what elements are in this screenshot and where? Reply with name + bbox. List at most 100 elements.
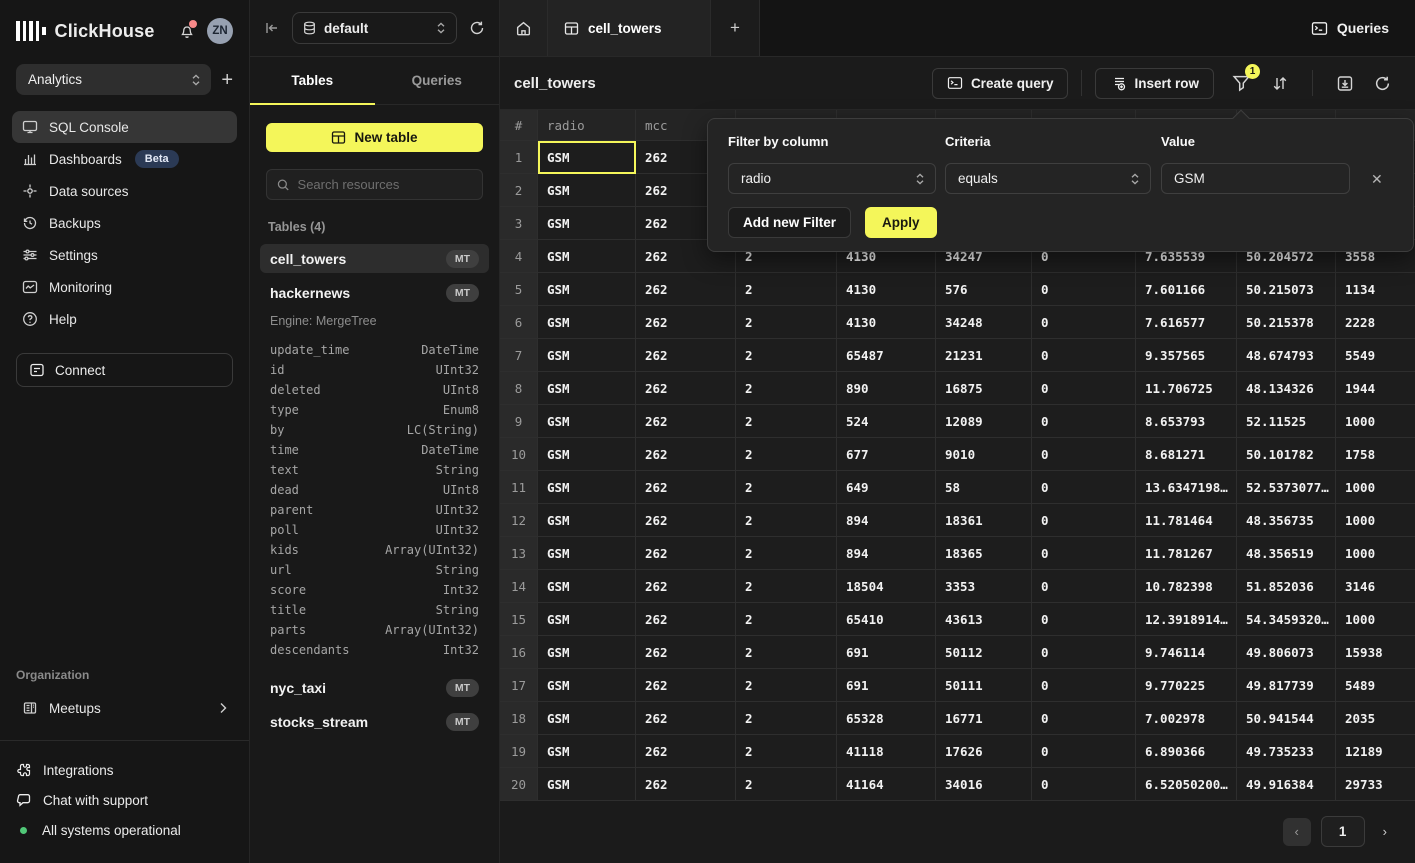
filter-value-input[interactable] — [1174, 171, 1339, 186]
table-cell[interactable]: 50.215073 — [1237, 273, 1336, 306]
table-cell[interactable]: 34248 — [936, 306, 1032, 339]
filter-value-field[interactable] — [1161, 163, 1350, 194]
table-cell[interactable]: 3146 — [1336, 570, 1415, 603]
table-cell[interactable]: 8.653793 — [1136, 405, 1237, 438]
prev-page-button[interactable]: ‹ — [1283, 818, 1311, 846]
table-cell[interactable]: 262 — [636, 636, 736, 669]
sidebar-item-meetups[interactable]: Meetups — [12, 692, 237, 724]
table-cell[interactable]: 0 — [1032, 273, 1136, 306]
table-cell[interactable]: GSM — [538, 768, 636, 801]
table-cell[interactable]: 50112 — [936, 636, 1032, 669]
table-cell[interactable]: 2 — [736, 669, 837, 702]
table-cell[interactable]: 11.706725 — [1136, 372, 1237, 405]
table-cell[interactable]: 262 — [636, 768, 736, 801]
table-cell[interactable]: 13.6347198… — [1136, 471, 1237, 504]
table-cell[interactable]: 262 — [636, 438, 736, 471]
refresh-button[interactable] — [1364, 71, 1401, 96]
table-cell[interactable]: GSM — [538, 438, 636, 471]
table-cell[interactable]: 11.781464 — [1136, 504, 1237, 537]
table-cell[interactable]: 41164 — [837, 768, 936, 801]
home-tab[interactable] — [500, 0, 548, 56]
table-cell[interactable]: 48.356735 — [1237, 504, 1336, 537]
table-cell[interactable]: 262 — [636, 603, 736, 636]
filter-button[interactable]: 1 — [1222, 70, 1261, 96]
table-cell[interactable]: 2 — [736, 471, 837, 504]
table-item-nyc-taxi[interactable]: nyc_taxi MT — [260, 673, 489, 702]
table-cell[interactable]: 262 — [636, 537, 736, 570]
table-cell[interactable]: 6.890366 — [1136, 735, 1237, 768]
table-cell[interactable]: 49.806073 — [1237, 636, 1336, 669]
table-cell[interactable]: 2228 — [1336, 306, 1415, 339]
table-cell[interactable]: 0 — [1032, 702, 1136, 735]
table-cell[interactable]: GSM — [538, 735, 636, 768]
sort-button[interactable] — [1261, 71, 1299, 96]
table-cell[interactable]: 65487 — [837, 339, 936, 372]
table-cell[interactable]: 15938 — [1336, 636, 1415, 669]
tab-tables[interactable]: Tables — [250, 57, 375, 104]
table-cell[interactable]: 2 — [736, 570, 837, 603]
table-cell[interactable]: 0 — [1032, 603, 1136, 636]
table-cell[interactable]: GSM — [538, 240, 636, 273]
table-cell[interactable]: GSM — [538, 339, 636, 372]
table-item-cell-towers[interactable]: cell_towers MT — [260, 244, 489, 273]
integrations-link[interactable]: Integrations — [16, 755, 233, 785]
table-cell[interactable]: 0 — [1032, 537, 1136, 570]
new-table-button[interactable]: New table — [266, 123, 483, 152]
table-cell[interactable]: 48.674793 — [1237, 339, 1336, 372]
table-cell[interactable]: 2 — [736, 768, 837, 801]
table-cell[interactable]: 1000 — [1336, 405, 1415, 438]
table-cell[interactable]: 9.770225 — [1136, 669, 1237, 702]
table-cell[interactable]: GSM — [538, 174, 636, 207]
table-cell[interactable]: 649 — [837, 471, 936, 504]
table-cell[interactable]: 262 — [636, 471, 736, 504]
queries-link[interactable]: Queries — [1285, 0, 1415, 56]
table-cell[interactable]: 0 — [1032, 570, 1136, 603]
table-cell[interactable]: GSM — [538, 141, 636, 174]
sidebar-item-monitoring[interactable]: Monitoring — [12, 271, 237, 303]
table-cell[interactable]: 262 — [636, 504, 736, 537]
column-header[interactable]: radio — [538, 110, 636, 141]
table-cell[interactable]: 43613 — [936, 603, 1032, 636]
database-select[interactable]: default — [292, 12, 457, 44]
download-button[interactable] — [1326, 71, 1364, 96]
apply-filter-button[interactable]: Apply — [865, 207, 937, 238]
table-cell[interactable]: 2 — [736, 273, 837, 306]
table-cell[interactable]: 48.356519 — [1237, 537, 1336, 570]
table-cell[interactable]: 8.681271 — [1136, 438, 1237, 471]
table-cell[interactable]: 58 — [936, 471, 1032, 504]
table-cell[interactable]: 262 — [636, 372, 736, 405]
table-cell[interactable]: 2 — [736, 603, 837, 636]
table-cell[interactable]: GSM — [538, 372, 636, 405]
table-cell[interactable]: 6.52050200… — [1136, 768, 1237, 801]
remove-filter-icon[interactable]: ✕ — [1371, 171, 1383, 188]
table-cell[interactable]: 1134 — [1336, 273, 1415, 306]
table-cell[interactable]: 49.735233 — [1237, 735, 1336, 768]
table-cell[interactable]: 1000 — [1336, 537, 1415, 570]
chat-support-link[interactable]: Chat with support — [16, 785, 233, 815]
table-cell[interactable]: 9010 — [936, 438, 1032, 471]
table-cell[interactable]: 262 — [636, 570, 736, 603]
add-new-filter-button[interactable]: Add new Filter — [728, 207, 851, 238]
table-cell[interactable]: 0 — [1032, 768, 1136, 801]
table-cell[interactable]: 17626 — [936, 735, 1032, 768]
table-cell[interactable]: GSM — [538, 471, 636, 504]
table-cell[interactable]: 2 — [736, 405, 837, 438]
table-item-stocks-stream[interactable]: stocks_stream MT — [260, 707, 489, 736]
table-cell[interactable]: 54.3459320… — [1237, 603, 1336, 636]
table-cell[interactable]: GSM — [538, 537, 636, 570]
sidebar-item-data-sources[interactable]: Data sources — [12, 175, 237, 207]
next-page-button[interactable]: › — [1375, 824, 1395, 839]
table-cell[interactable]: 0 — [1032, 669, 1136, 702]
table-cell[interactable]: 890 — [837, 372, 936, 405]
table-cell[interactable]: GSM — [538, 636, 636, 669]
system-status[interactable]: All systems operational — [16, 815, 233, 845]
table-cell[interactable]: 262 — [636, 735, 736, 768]
table-cell[interactable]: 51.852036 — [1237, 570, 1336, 603]
table-cell[interactable]: 3353 — [936, 570, 1032, 603]
table-cell[interactable]: 262 — [636, 306, 736, 339]
table-cell[interactable]: 894 — [837, 504, 936, 537]
table-cell[interactable]: 262 — [636, 702, 736, 735]
table-cell[interactable]: GSM — [538, 405, 636, 438]
table-cell[interactable]: GSM — [538, 207, 636, 240]
table-cell[interactable]: 2 — [736, 372, 837, 405]
